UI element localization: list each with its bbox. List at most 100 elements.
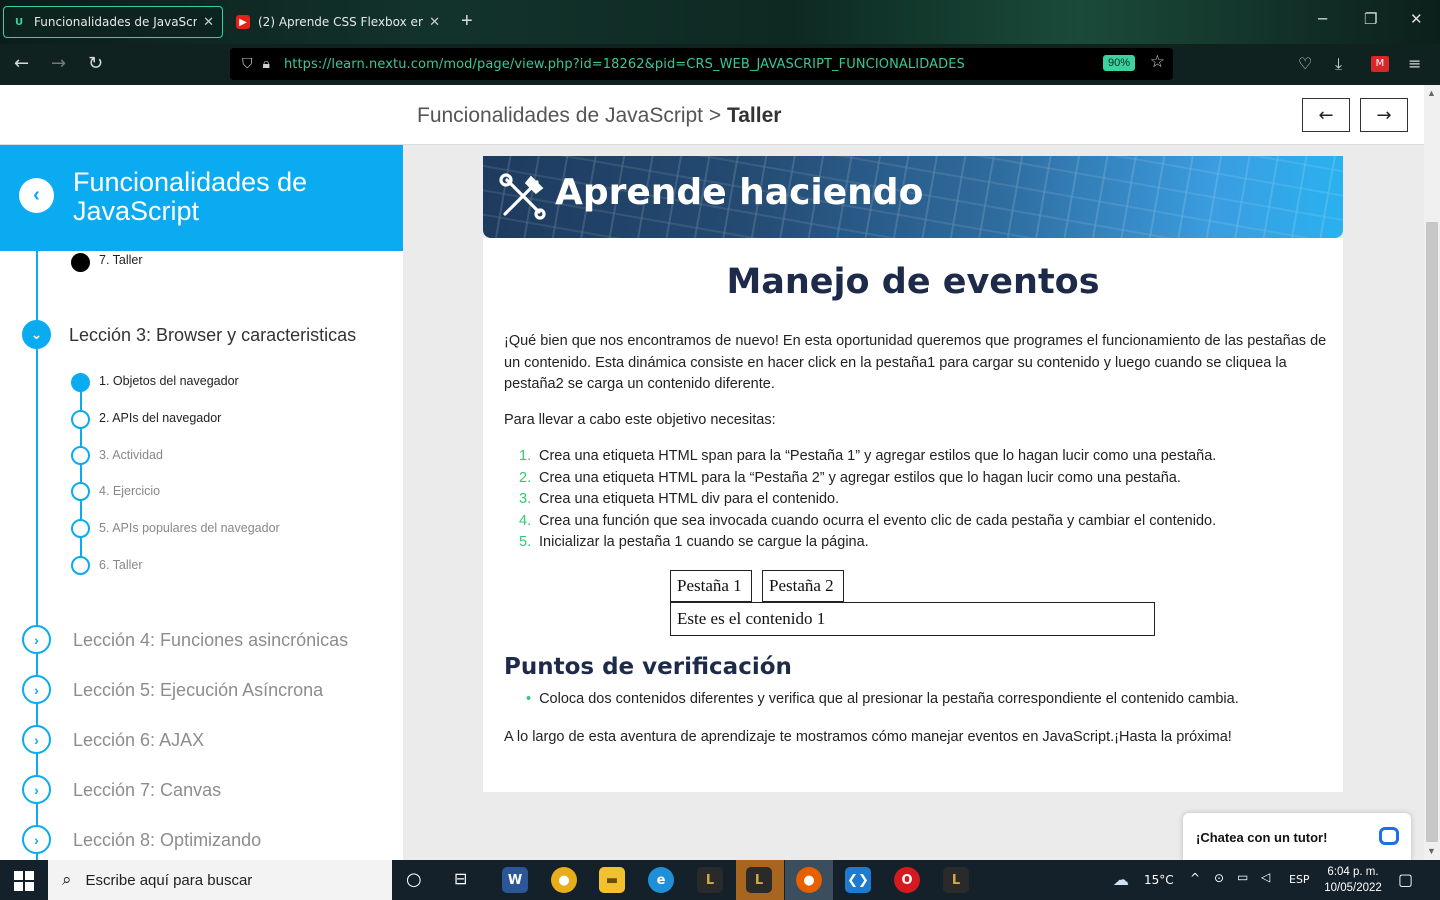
sidebar-item-actividad[interactable]: 3. Actividad: [99, 448, 163, 462]
league-icon[interactable]: L: [943, 867, 969, 893]
sidebar-item-apis-populares[interactable]: 5. APIs populares del navegador: [99, 521, 280, 535]
weather-temp[interactable]: 15°C: [1144, 873, 1174, 887]
bookmark-star-icon[interactable]: ☆: [1150, 52, 1165, 72]
sidebar-title: Funcionalidades de JavaScript: [73, 167, 308, 226]
tray-expand-icon[interactable]: ^: [1190, 871, 1200, 885]
chat-label[interactable]: ¡Chatea con un tutor!: [1196, 830, 1327, 845]
clock-date: 10/05/2022: [1324, 882, 1382, 894]
current-lesson-title[interactable]: Lección 3: Browser y caracteristicas: [69, 325, 356, 346]
breadcrumb-parent[interactable]: Funcionalidades de JavaScript: [417, 104, 703, 127]
item-dot-completed: [71, 253, 90, 272]
chrome-icon[interactable]: ●: [551, 867, 577, 893]
restore-icon[interactable]: ❐: [1364, 10, 1377, 28]
menu-icon[interactable]: ≡: [1408, 54, 1421, 73]
new-tab-icon[interactable]: +: [461, 10, 473, 33]
lesson-8[interactable]: Lección 8: Optimizando: [73, 830, 261, 851]
tab-youtube[interactable]: ▶ (2) Aprende CSS Flexbox en 15 ✕: [228, 6, 448, 38]
lesson-6[interactable]: Lección 6: AJAX: [73, 730, 204, 751]
windows-start-icon[interactable]: [14, 871, 34, 891]
browser-nav-bar: ← → ↻ ⛉ 🔒︎ https://learn.nextu.com/mod/p…: [0, 44, 1440, 85]
closing-paragraph: A lo largo de esta aventura de aprendiza…: [504, 729, 1232, 745]
chevron-left-icon[interactable]: ‹: [19, 178, 54, 213]
vscode-icon[interactable]: ❮❯: [845, 867, 871, 893]
demo-tab-2: Pestaña 2: [762, 570, 844, 602]
task-view-icon[interactable]: ⊟: [454, 869, 467, 888]
back-icon[interactable]: ←: [14, 53, 29, 74]
firefox-icon[interactable]: ●: [796, 867, 822, 893]
network-icon[interactable]: ▭: [1237, 870, 1248, 884]
league-client-icon[interactable]: L: [697, 867, 723, 893]
sidebar-item-objetos[interactable]: 1. Objetos del navegador: [99, 374, 239, 388]
lesson-4[interactable]: Lección 4: Funciones asincrónicas: [73, 630, 348, 651]
lesson-5[interactable]: Lección 5: Ejecución Asíncrona: [73, 680, 323, 701]
sidebar-item-taller[interactable]: 6. Taller: [99, 558, 143, 572]
scroll-down-icon[interactable]: ▼: [1427, 846, 1436, 856]
list-item: 3. Crea una etiqueta HTML div para el con…: [519, 491, 840, 508]
next-page-button[interactable]: →: [1360, 98, 1408, 132]
chat-bubble-icon[interactable]: [1379, 827, 1399, 845]
list-item: 1. Crea una etiqueta HTML span para la “P…: [519, 448, 1217, 464]
item-dot-current: [71, 373, 90, 392]
address-bar[interactable]: ⛉ 🔒︎ https://learn.nextu.com/mod/page/vi…: [230, 48, 1173, 80]
chevron-down-icon[interactable]: ⌄: [22, 320, 51, 349]
edge-icon[interactable]: e: [648, 867, 674, 893]
close-tab-icon[interactable]: ✕: [429, 15, 440, 30]
zoom-badge[interactable]: 90%: [1102, 55, 1135, 71]
breadcrumb-separator: >: [708, 104, 722, 127]
item-dot: [71, 482, 90, 501]
chat-widget[interactable]: ¡Chatea con un tutor!: [1183, 813, 1411, 860]
reload-icon[interactable]: ↻: [88, 53, 103, 74]
checkpoint-item: • Coloca dos contenidos diferentes y veri…: [526, 691, 1239, 707]
minimize-icon[interactable]: ─: [1318, 10, 1327, 28]
chevron-right-icon[interactable]: ›: [22, 625, 51, 654]
sidebar-header: ‹ Funcionalidades de JavaScript: [0, 145, 403, 251]
clock-time: 6:04 p. m.: [1327, 866, 1379, 878]
chevron-right-icon[interactable]: ›: [22, 825, 51, 854]
checkpoints-heading: Puntos de verificación: [504, 654, 792, 680]
page-header: Funcionalidades de JavaScript > Taller ←…: [0, 85, 1424, 145]
steps-list: 1. Crea una etiqueta HTML span para la “P…: [519, 446, 1216, 554]
chevron-right-icon[interactable]: ›: [22, 725, 51, 754]
url-text[interactable]: https://learn.nextu.com/mod/page/view.ph…: [284, 57, 965, 72]
weather-cloud-icon[interactable]: ☁: [1113, 870, 1129, 889]
word-icon[interactable]: W: [502, 867, 528, 893]
file-explorer-icon[interactable]: ▬: [599, 867, 625, 893]
scrollbar-thumb[interactable]: [1426, 222, 1438, 842]
course-sidebar: ‹ Funcionalidades de JavaScript 7. Talle…: [0, 145, 403, 860]
sidebar-item-ejercicio[interactable]: 4. Ejercicio: [99, 484, 160, 498]
chevron-right-icon[interactable]: ›: [22, 675, 51, 704]
shield-icon[interactable]: ⛉: [242, 56, 253, 72]
tab-funcionalidades[interactable]: U Funcionalidades de JavaScript ✕: [3, 6, 223, 38]
league-game-icon[interactable]: L: [746, 867, 772, 893]
notifications-icon[interactable]: ▢: [1398, 870, 1413, 889]
browser-tab-bar: U Funcionalidades de JavaScript ✕ ▶ (2) …: [0, 0, 1440, 44]
cortana-icon[interactable]: ○: [406, 869, 422, 890]
download-icon[interactable]: ⤓: [1335, 54, 1342, 74]
language-indicator[interactable]: ESP: [1289, 873, 1310, 886]
close-tab-icon[interactable]: ✕: [203, 15, 214, 30]
close-window-icon[interactable]: ✕: [1410, 10, 1423, 28]
lesson-7[interactable]: Lección 7: Canvas: [73, 780, 221, 801]
tab-title: (2) Aprende CSS Flexbox en 15: [258, 15, 424, 29]
windows-taskbar: ⌕ Escribe aquí para buscar ○ ⊟ W ● ▬ e L…: [0, 860, 1440, 900]
volume-icon[interactable]: ◁: [1261, 870, 1270, 884]
pocket-icon[interactable]: ♡: [1298, 54, 1312, 73]
scroll-up-icon[interactable]: ▲: [1427, 88, 1436, 98]
taskbar-search[interactable]: ⌕ Escribe aquí para buscar: [48, 860, 392, 900]
tools-icon: [499, 173, 546, 220]
prev-page-button[interactable]: ←: [1302, 98, 1350, 132]
chevron-right-icon[interactable]: ›: [22, 775, 51, 804]
content-card: Manejo de eventos ¡Qué bien que nos enco…: [483, 238, 1343, 792]
clock[interactable]: 6:04 p. m. 10/05/2022: [1318, 864, 1388, 896]
camera-icon[interactable]: ⊙: [1214, 871, 1224, 885]
breadcrumb-current: Taller: [726, 104, 782, 127]
list-item: 5. Inicializar la pestaña 1 cuando se car…: [519, 534, 869, 551]
sidebar-item-prev-taller[interactable]: 7. Taller: [99, 253, 143, 267]
search-placeholder[interactable]: Escribe aquí para buscar: [86, 872, 253, 889]
activity-banner: Aprende haciendo: [483, 156, 1343, 238]
extension-icon[interactable]: M: [1371, 56, 1389, 72]
sidebar-item-apis[interactable]: 2. APIs del navegador: [99, 411, 221, 425]
lock-icon[interactable]: 🔒︎: [263, 56, 270, 72]
opera-icon[interactable]: O: [894, 867, 920, 893]
forward-icon[interactable]: →: [51, 53, 66, 74]
